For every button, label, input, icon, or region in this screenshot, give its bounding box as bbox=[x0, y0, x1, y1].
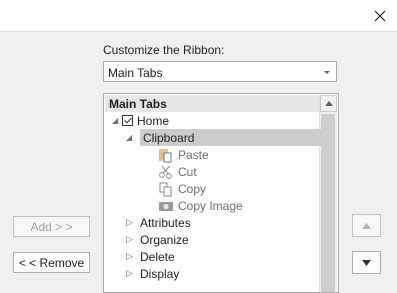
tree-item-attributes[interactable]: ▷ Attributes bbox=[126, 214, 191, 231]
add-button[interactable]: Add > > bbox=[13, 216, 90, 237]
triangle-down-icon bbox=[362, 259, 371, 266]
tree-item-paste[interactable]: Paste bbox=[158, 146, 209, 163]
collapsed-triangle-icon[interactable]: ▷ bbox=[126, 268, 140, 279]
tree-item-home[interactable]: ◢ Home bbox=[112, 112, 169, 129]
move-up-button[interactable] bbox=[352, 214, 381, 237]
chevron-down-icon bbox=[324, 71, 330, 74]
ribbon-tree[interactable]: Main Tabs ◢ Home ◢ Clipboard Paste Cut C… bbox=[103, 93, 339, 293]
collapsed-triangle-icon[interactable]: ▷ bbox=[126, 217, 140, 228]
tree-item-copy[interactable]: Copy bbox=[158, 180, 206, 197]
scissors-icon bbox=[158, 164, 174, 180]
move-down-button[interactable] bbox=[352, 251, 381, 274]
customize-ribbon-label: Customize the Ribbon: bbox=[103, 43, 225, 57]
copy-icon bbox=[158, 181, 174, 197]
triangle-up-icon bbox=[362, 222, 371, 229]
tree-header-label: Main Tabs bbox=[109, 97, 167, 111]
tree-item-copy-image[interactable]: Copy Image bbox=[158, 197, 243, 214]
tree-item-organize[interactable]: ▷ Organize bbox=[126, 231, 189, 248]
collapsed-triangle-icon[interactable]: ▷ bbox=[126, 251, 140, 262]
expanded-triangle-icon[interactable]: ◢ bbox=[112, 116, 122, 125]
ribbon-tabs-dropdown[interactable]: Main Tabs bbox=[103, 61, 337, 82]
tree-item-cut[interactable]: Cut bbox=[158, 163, 197, 180]
tree-item-label: Cut bbox=[178, 164, 197, 179]
close-icon bbox=[374, 10, 386, 21]
dropdown-value: Main Tabs bbox=[108, 66, 163, 80]
collapsed-triangle-icon[interactable]: ▷ bbox=[126, 234, 140, 245]
paste-icon bbox=[158, 147, 174, 163]
tree-item-label: Display bbox=[140, 266, 180, 281]
tree-item-label: Delete bbox=[140, 249, 175, 264]
close-button[interactable] bbox=[363, 0, 397, 31]
expanded-triangle-icon[interactable]: ◢ bbox=[126, 133, 136, 142]
tree-scrollbar[interactable] bbox=[319, 95, 337, 292]
camera-icon bbox=[158, 198, 174, 214]
tree-item-label: Attributes bbox=[140, 215, 191, 230]
scroll-thumb[interactable] bbox=[321, 114, 335, 292]
tree-item-delete[interactable]: ▷ Delete bbox=[126, 248, 175, 265]
tree-item-label: Copy bbox=[178, 181, 207, 196]
home-checkbox[interactable] bbox=[122, 115, 133, 126]
scroll-up-button[interactable] bbox=[320, 95, 337, 112]
tree-item-clipboard[interactable]: ◢ bbox=[126, 129, 136, 146]
title-bar bbox=[0, 0, 397, 32]
tree-item-label: Copy Image bbox=[178, 198, 243, 213]
tree-item-label: Organize bbox=[140, 232, 189, 247]
tree-header: Main Tabs bbox=[105, 95, 320, 112]
tree-item-label: Paste bbox=[178, 147, 209, 162]
tree-item-display[interactable]: ▷ Display bbox=[126, 265, 179, 282]
tree-item-label: Clipboard bbox=[143, 130, 195, 145]
remove-button[interactable]: < < Remove bbox=[13, 252, 90, 273]
tree-item-label: Home bbox=[137, 113, 170, 128]
tree-item-clipboard-label[interactable]: Clipboard bbox=[140, 129, 323, 146]
